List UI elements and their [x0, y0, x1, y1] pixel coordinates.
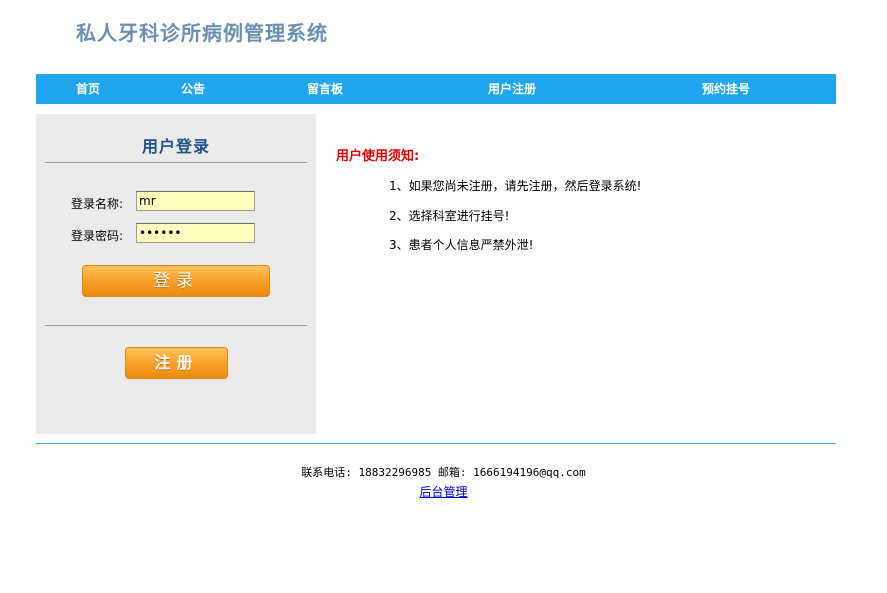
login-title: 用户登录 [141, 137, 210, 156]
divider [45, 162, 307, 163]
login-button[interactable]: 登录 [82, 265, 270, 297]
footer-admin: 后台管理 [0, 483, 887, 500]
notice-item: 2、选择科室进行挂号! [389, 209, 510, 223]
footer-contact: 联系电话: 18832296985 邮箱: 1666194196@qq.com [301, 466, 586, 479]
nav-item-user-register[interactable]: 用户注册 [488, 74, 536, 104]
nav-item-appointment[interactable]: 预约挂号 [702, 74, 750, 104]
password-label: 登录密码: [71, 229, 124, 243]
nav-item-announcement[interactable]: 公告 [181, 74, 205, 104]
notice-item: 1、如果您尚未注册，请先注册，然后登录系统! [389, 179, 642, 193]
username-label: 登录名称: [71, 197, 124, 211]
nav-item-message-board[interactable]: 留言板 [307, 74, 343, 104]
divider [45, 325, 307, 326]
notice-title: 用户使用须知: [336, 149, 420, 164]
site-title: 私人牙科诊所病例管理系统 [76, 21, 328, 45]
footer-divider [36, 443, 836, 444]
nav-item-home[interactable]: 首页 [76, 74, 100, 104]
password-input[interactable] [136, 223, 255, 243]
register-button[interactable]: 注册 [125, 347, 228, 379]
main-nav: 首页 公告 留言板 用户注册 预约挂号 [36, 74, 836, 104]
notice-item: 3、患者个人信息严禁外泄! [389, 238, 534, 252]
admin-link[interactable]: 后台管理 [419, 485, 467, 499]
login-panel: 用户登录 登录名称: 登录密码: 登录 注册 [36, 114, 316, 434]
username-input[interactable] [136, 191, 255, 211]
